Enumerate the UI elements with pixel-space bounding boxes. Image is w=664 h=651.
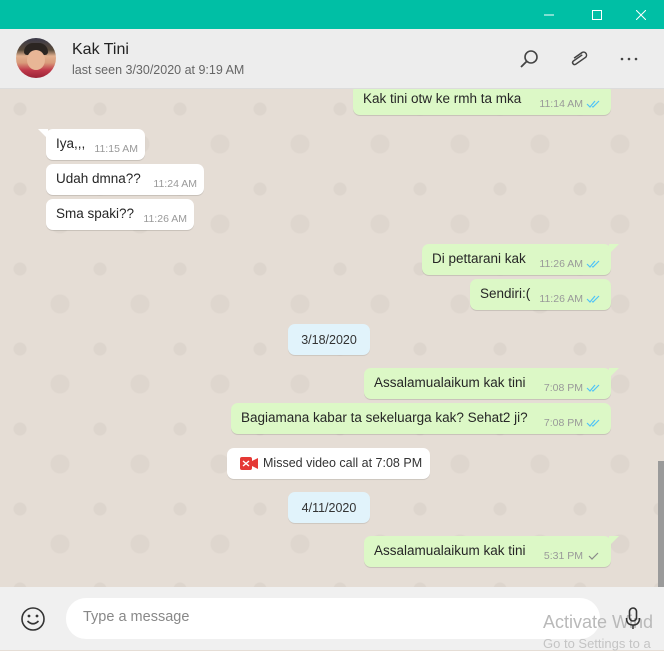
message-text: Udah dmna?? <box>56 171 141 186</box>
date-separator: 4/11/2020 <box>288 492 370 523</box>
attach-icon[interactable] <box>567 47 591 71</box>
message-text: Iya,,, <box>56 136 86 151</box>
sent-tick-icon <box>588 552 599 560</box>
missed-call-notice: Missed video call at 7:08 PM <box>227 448 430 479</box>
scrollbar-thumb[interactable] <box>658 461 664 587</box>
message-time: 5:31 PM <box>543 550 583 562</box>
date-separator: 3/18/2020 <box>288 324 370 355</box>
avatar[interactable] <box>16 38 56 78</box>
message-time: 11:24 AM <box>153 178 197 190</box>
message-text: Assalamualaikum kak tini <box>374 375 526 390</box>
bubble-tail <box>38 129 48 139</box>
message-time: 11:15 AM <box>94 143 138 155</box>
bubble-tail <box>609 368 619 378</box>
composer-bar: Activate Wind Go to Settings to a <box>0 587 664 651</box>
message-bubble-outgoing[interactable]: Assalamualaikum kak tini 5:31 PM <box>364 536 611 567</box>
emoji-icon[interactable] <box>20 606 46 632</box>
message-time: 11:14 AM <box>539 98 583 110</box>
message-list[interactable]: Kak tini otw ke rmh ta mka 11:14 AM Iya,… <box>0 89 664 587</box>
last-seen-status: last seen 3/30/2020 at 9:19 AM <box>72 63 245 77</box>
bubble-tail <box>609 536 619 546</box>
read-receipt-icon <box>586 295 600 303</box>
activation-watermark-subtitle: Go to Settings to a <box>543 636 651 651</box>
missed-call-text: Missed video call at 7:08 PM <box>263 456 423 470</box>
message-text: Sma spaki?? <box>56 206 135 221</box>
close-icon[interactable] <box>618 0 664 29</box>
message-time: 7:08 PM <box>543 382 583 394</box>
message-bubble-incoming[interactable]: Udah dmna?? 11:24 AM <box>46 164 204 195</box>
message-bubble-outgoing[interactable]: Assalamualaikum kak tini 7:08 PM <box>364 368 611 399</box>
read-receipt-icon <box>586 419 600 427</box>
message-text: Kak tini otw ke rmh ta mka <box>363 91 522 106</box>
window-titlebar <box>0 0 664 29</box>
contact-name[interactable]: Kak Tini <box>72 41 129 59</box>
message-bubble-outgoing[interactable]: Kak tini otw ke rmh ta mka 11:14 AM <box>353 89 611 115</box>
message-bubble-incoming[interactable]: Sma spaki?? 11:26 AM <box>46 199 194 230</box>
read-receipt-icon <box>586 384 600 392</box>
message-text: Di pettarani kak <box>432 251 526 266</box>
maximize-icon[interactable] <box>574 0 620 29</box>
read-receipt-icon <box>586 100 600 108</box>
bubble-tail <box>609 244 619 254</box>
message-text: Bagiamana kabar ta sekeluarga kak? Sehat… <box>241 410 528 425</box>
more-icon[interactable] <box>617 47 641 71</box>
message-bubble-incoming[interactable]: Iya,,, 11:15 AM <box>46 129 145 160</box>
read-receipt-icon <box>586 260 600 268</box>
message-bubble-outgoing[interactable]: Di pettarani kak 11:26 AM <box>422 244 611 275</box>
message-input[interactable] <box>81 608 585 626</box>
message-time: 11:26 AM <box>539 258 583 270</box>
missed-video-call-icon <box>240 457 258 470</box>
message-text: Sendiri:( <box>480 286 531 301</box>
message-text: Assalamualaikum kak tini <box>374 543 526 558</box>
message-bubble-outgoing[interactable]: Bagiamana kabar ta sekeluarga kak? Sehat… <box>231 403 611 434</box>
message-bubble-outgoing[interactable]: Sendiri:( 11:26 AM <box>470 279 611 310</box>
mic-icon[interactable] <box>624 607 642 631</box>
search-icon[interactable] <box>517 47 541 71</box>
message-time: 7:08 PM <box>543 417 583 429</box>
message-time: 11:26 AM <box>539 293 583 305</box>
minimize-icon[interactable] <box>526 0 572 29</box>
message-input-box[interactable] <box>66 598 600 639</box>
message-time: 11:26 AM <box>143 213 187 225</box>
chat-header: Kak Tini last seen 3/30/2020 at 9:19 AM <box>0 29 664 89</box>
